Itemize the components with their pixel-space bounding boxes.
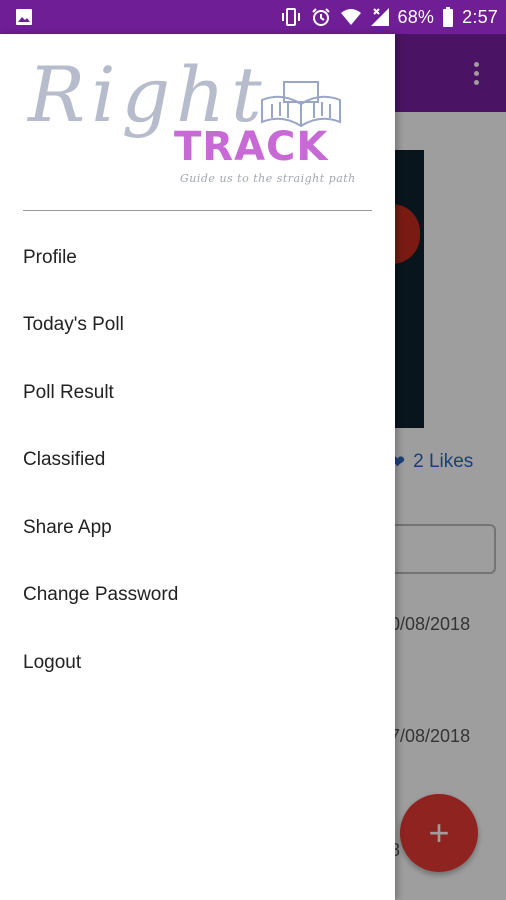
battery-percent: 68% (397, 6, 435, 27)
drawer-divider (23, 210, 372, 211)
open-book-icon (261, 81, 341, 128)
logo-tagline: Guide us to the straight path (180, 172, 356, 185)
menu-item-change-password[interactable]: Change Password (0, 562, 395, 630)
app-logo: Right TRACK Guide us to the straight pat… (26, 48, 356, 198)
navigation-drawer: Right TRACK Guide us to the straight pat… (0, 34, 395, 900)
menu-item-poll-result[interactable]: Poll Result (0, 359, 395, 427)
signal-icon (370, 8, 389, 26)
menu-item-classified[interactable]: Classified (0, 427, 395, 495)
vibrate-icon (281, 8, 300, 26)
wifi-icon (340, 9, 361, 25)
menu-item-todays-poll[interactable]: Today's Poll (0, 292, 395, 360)
clock-time: 2:57 (462, 6, 498, 27)
logo-track-text: TRACK (174, 124, 329, 170)
alarm-icon (311, 8, 330, 26)
menu-item-logout[interactable]: Logout (0, 629, 395, 697)
drawer-menu: Profile Today's Poll Poll Result Classif… (0, 224, 395, 697)
battery-icon (443, 7, 454, 27)
menu-item-profile[interactable]: Profile (0, 224, 395, 292)
menu-item-share-app[interactable]: Share App (0, 494, 395, 562)
image-icon (16, 9, 32, 25)
status-bar: 68% 2:57 (0, 0, 506, 34)
